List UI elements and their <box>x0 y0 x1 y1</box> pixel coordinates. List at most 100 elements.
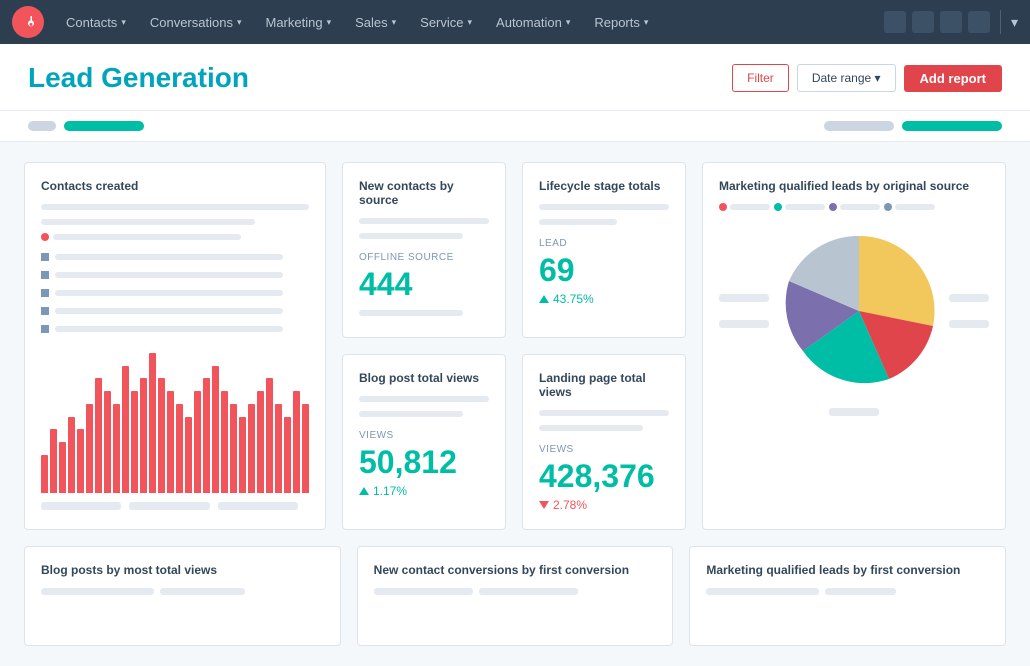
bar-segment <box>284 417 291 493</box>
legend-dot-red <box>41 233 49 241</box>
ph3 <box>53 234 241 240</box>
nc-ph3 <box>359 310 463 316</box>
nav-conversations[interactable]: Conversations▾ <box>140 0 252 44</box>
lifecycle-sub: LEAD <box>539 238 669 249</box>
blog-views-value: 50,812 <box>359 445 489 480</box>
axis-sq1 <box>41 253 49 261</box>
lifecycle-value: 69 <box>539 253 669 288</box>
landing-views-sub: VIEWS <box>539 444 669 455</box>
blog-most-views-title: Blog posts by most total views <box>41 563 324 577</box>
pie-label-l1 <box>719 294 769 302</box>
lc-ph1 <box>539 204 669 210</box>
ph4 <box>55 254 283 260</box>
bph4 <box>479 588 578 595</box>
filter-right <box>824 121 1002 131</box>
nav-marketing[interactable]: Marketing▾ <box>255 0 341 44</box>
legend-label-4 <box>895 204 935 210</box>
bottom-ph-row2 <box>374 585 657 598</box>
blog-views-delta-value: 1.17% <box>373 484 407 498</box>
nc-ph1 <box>359 218 489 224</box>
bar-segment <box>95 378 102 493</box>
legend-item-2 <box>774 201 825 213</box>
filter-bar <box>0 111 1030 142</box>
new-contacts-card: New contacts by source OFFLINE SOURCE 44… <box>342 162 506 338</box>
bar-segment <box>149 353 156 493</box>
lifecycle-delta-value: 43.75% <box>553 292 594 306</box>
nav-icon-1[interactable] <box>884 11 906 33</box>
date-range-button[interactable]: Date range ▾ <box>797 64 896 92</box>
main-nav: Contacts▾ Conversations▾ Marketing▾ Sale… <box>0 0 1030 44</box>
landing-views-value: 428,376 <box>539 459 669 494</box>
mql-legend <box>719 201 989 213</box>
pie-label-r2 <box>949 320 989 328</box>
bph1 <box>41 588 154 595</box>
nav-sales[interactable]: Sales▾ <box>345 0 406 44</box>
bar-segment <box>104 391 111 493</box>
lifecycle-title: Lifecycle stage totals <box>539 179 669 193</box>
pie-chart-svg <box>779 231 939 391</box>
xlabel2 <box>129 502 209 510</box>
add-report-button[interactable]: Add report <box>904 65 1002 92</box>
bar-segment <box>230 404 237 493</box>
ph5 <box>55 272 283 278</box>
bar-segment <box>266 378 273 493</box>
blog-most-views-card: Blog posts by most total views <box>24 546 341 646</box>
landing-views-card: Landing page total views VIEWS 428,376 2… <box>522 354 686 531</box>
landing-views-delta: 2.78% <box>539 498 669 512</box>
hubspot-logo[interactable] <box>12 6 44 38</box>
contacts-created-card: Contacts created <box>24 162 326 530</box>
nav-icon-2[interactable] <box>912 11 934 33</box>
nc-ph2 <box>359 233 463 239</box>
new-contacts-title: New contacts by source <box>359 179 489 207</box>
xlabel1 <box>41 502 121 510</box>
nav-icon-3[interactable] <box>940 11 962 33</box>
mql-first-conversion-title: Marketing qualified leads by first conve… <box>706 563 989 577</box>
nav-icon-4[interactable] <box>968 11 990 33</box>
bar-segment <box>140 378 147 493</box>
filter-button[interactable]: Filter <box>732 64 789 92</box>
lc-ph2 <box>539 219 617 225</box>
legend-item-3 <box>829 201 880 213</box>
legend-dot-3 <box>829 203 837 211</box>
lifecycle-card: Lifecycle stage totals LEAD 69 43.75% <box>522 162 686 338</box>
lifecycle-delta: 43.75% <box>539 292 669 306</box>
mql-first-conversion-card: Marketing qualified leads by first conve… <box>689 546 1006 646</box>
new-contacts-value: 444 <box>359 267 489 302</box>
mql-source-card: Marketing qualified leads by original so… <box>702 162 1006 530</box>
legend-dot-2 <box>774 203 782 211</box>
blog-views-sub: VIEWS <box>359 430 489 441</box>
bv-ph2 <box>359 411 463 417</box>
contacts-created-title: Contacts created <box>41 179 309 193</box>
bar-segment <box>248 404 255 493</box>
axis-sq4 <box>41 307 49 315</box>
bar-segment <box>194 391 201 493</box>
filter-pill-4 <box>902 121 1002 131</box>
xlabel3 <box>218 502 298 510</box>
bar-segment <box>41 455 48 493</box>
bar-segment <box>293 391 300 493</box>
nav-reports[interactable]: Reports▾ <box>584 0 658 44</box>
pie-label-l2 <box>719 320 769 328</box>
nav-expand[interactable]: ▾ <box>1011 14 1018 31</box>
delta-up-icon-2 <box>359 487 369 495</box>
new-conversions-card: New contact conversions by first convers… <box>357 546 674 646</box>
page-header: Lead Generation Filter Date range ▾ Add … <box>0 44 1030 111</box>
bar-segment <box>122 366 129 493</box>
landing-views-delta-value: 2.78% <box>553 498 587 512</box>
bar-segment <box>113 404 120 493</box>
bar-segment <box>275 404 282 493</box>
bph3 <box>374 588 473 595</box>
nav-contacts[interactable]: Contacts▾ <box>56 0 136 44</box>
filter-pill-2 <box>64 121 144 131</box>
bar-segment <box>239 417 246 493</box>
bph5 <box>706 588 819 595</box>
contacts-bar-chart <box>41 353 309 493</box>
legend-label-1 <box>730 204 770 210</box>
ph8 <box>55 326 283 332</box>
nav-service[interactable]: Service▾ <box>410 0 482 44</box>
bv-ph1 <box>359 396 489 402</box>
bar-segment <box>68 417 75 493</box>
nav-automation[interactable]: Automation▾ <box>486 0 580 44</box>
delta-down-icon <box>539 501 549 509</box>
lv-ph2 <box>539 425 643 431</box>
